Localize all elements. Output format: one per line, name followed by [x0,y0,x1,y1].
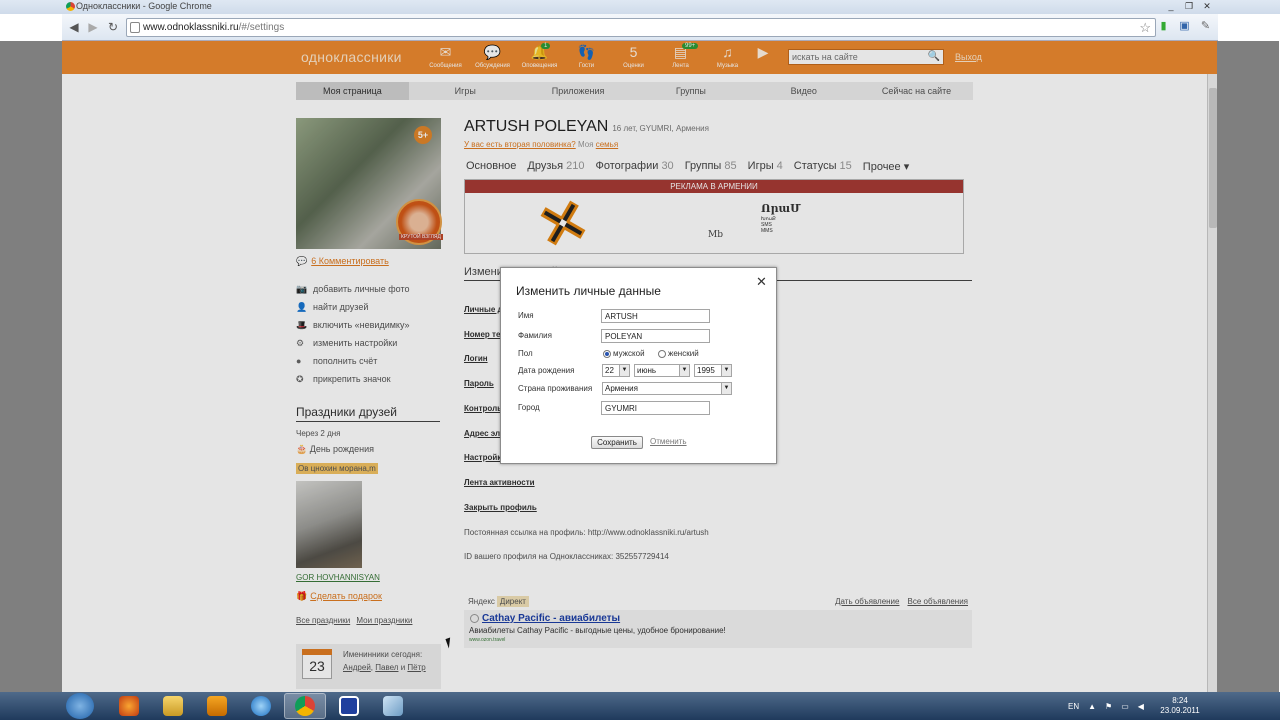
chevron-down-icon: ▼ [619,365,629,376]
close-icon[interactable]: ✕ [756,274,767,290]
dob-year-select[interactable]: 1995 ▼ [694,364,732,377]
bookmark-star-icon[interactable]: ☆ [1139,20,1151,36]
tool-taskbar-button[interactable] [372,693,414,719]
taskbar-apps [108,693,414,719]
title-bar: Одноклассники - Google Chrome _ ❐ ✕ [0,0,1280,14]
gender-label: Пол [518,349,533,358]
first-name-label: Имя [518,311,534,320]
folder-icon [163,696,183,716]
chevron-down-icon: ▼ [721,365,731,376]
start-button[interactable] [66,693,94,719]
last-name-label: Фамилия [518,331,552,340]
app-taskbar-button[interactable] [328,693,370,719]
city-field[interactable] [601,401,710,415]
media-taskbar-button[interactable] [196,693,238,719]
country-label: Страна проживания [518,384,593,393]
last-name-field[interactable] [601,329,710,343]
flag-icon[interactable]: ⚑ [1105,702,1112,711]
firefox-icon [119,696,139,716]
maximize-button[interactable]: ❐ [1180,0,1198,13]
left-gutter [0,41,62,692]
right-gutter [1217,41,1279,692]
windows-taskbar: EN ▲ ⚑ ▭ ◀ 8:24 23.09.2011 [0,692,1280,720]
app-icon [339,696,359,716]
minimize-button[interactable]: _ [1162,0,1180,13]
dialog-title: Изменить личные данные [516,284,661,298]
explorer-taskbar-button[interactable] [152,693,194,719]
city-label: Город [518,403,540,412]
chevron-down-icon: ▼ [679,365,689,376]
wrench-icon[interactable]: ✎ [1199,20,1212,33]
chrome-favicon-icon [66,2,75,11]
cancel-link[interactable]: Отменить [650,437,687,446]
extension-icon[interactable]: ▣ [1178,20,1191,33]
firefox-taskbar-button[interactable] [108,693,150,719]
edit-personal-data-dialog: Изменить личные данные ✕ Имя Фамилия Пол… [500,267,777,464]
language-indicator[interactable]: EN [1068,702,1079,711]
gender-male-radio[interactable]: мужской [603,349,645,358]
signal-icon[interactable]: ▮ [1157,20,1170,33]
gender-female-radio[interactable]: женский [658,349,699,358]
page-icon [130,22,140,33]
network-icon[interactable]: ▭ [1121,702,1129,711]
dob-day-select[interactable]: 22 ▼ [602,364,630,377]
dob-label: Дата рождения [518,366,575,375]
radio-selected-icon [603,349,611,358]
ie-icon [251,696,271,716]
dob-month-select[interactable]: июнь ▼ [634,364,690,377]
country-select[interactable]: Армения ▼ [602,382,732,395]
chrome-icon [295,696,315,716]
volume-icon[interactable]: ◀ [1138,702,1144,711]
taskbar-clock[interactable]: 8:24 23.09.2011 [1160,696,1200,716]
reload-button[interactable]: ↻ [106,20,120,34]
back-button[interactable]: ◀ [67,20,81,34]
show-hidden-icons-icon[interactable]: ▲ [1088,702,1096,711]
close-window-button[interactable]: ✕ [1198,0,1216,13]
forward-button[interactable]: ▶ [86,20,100,34]
save-button[interactable]: Сохранить [591,436,643,449]
first-name-field[interactable] [601,309,710,323]
url-text: www.odnoklassniki.ru/#/settings [143,22,285,33]
toolbar: ◀ ▶ ↻ www.odnoklassniki.ru/#/settings ☆ … [62,14,1218,41]
chrome-taskbar-button[interactable] [284,693,326,719]
media-player-icon [207,696,227,716]
browser-window: Одноклассники - Google Chrome _ ❐ ✕ ◀ ▶ … [0,0,1280,692]
window-title: Одноклассники - Google Chrome [76,1,212,11]
radio-empty-icon [658,349,666,358]
tool-icon [383,696,403,716]
system-tray: EN ▲ ⚑ ▭ ◀ [1068,692,1144,720]
chevron-down-icon: ▼ [721,383,731,394]
address-bar[interactable]: www.odnoklassniki.ru/#/settings ☆ [126,18,1156,37]
ie-taskbar-button[interactable] [240,693,282,719]
